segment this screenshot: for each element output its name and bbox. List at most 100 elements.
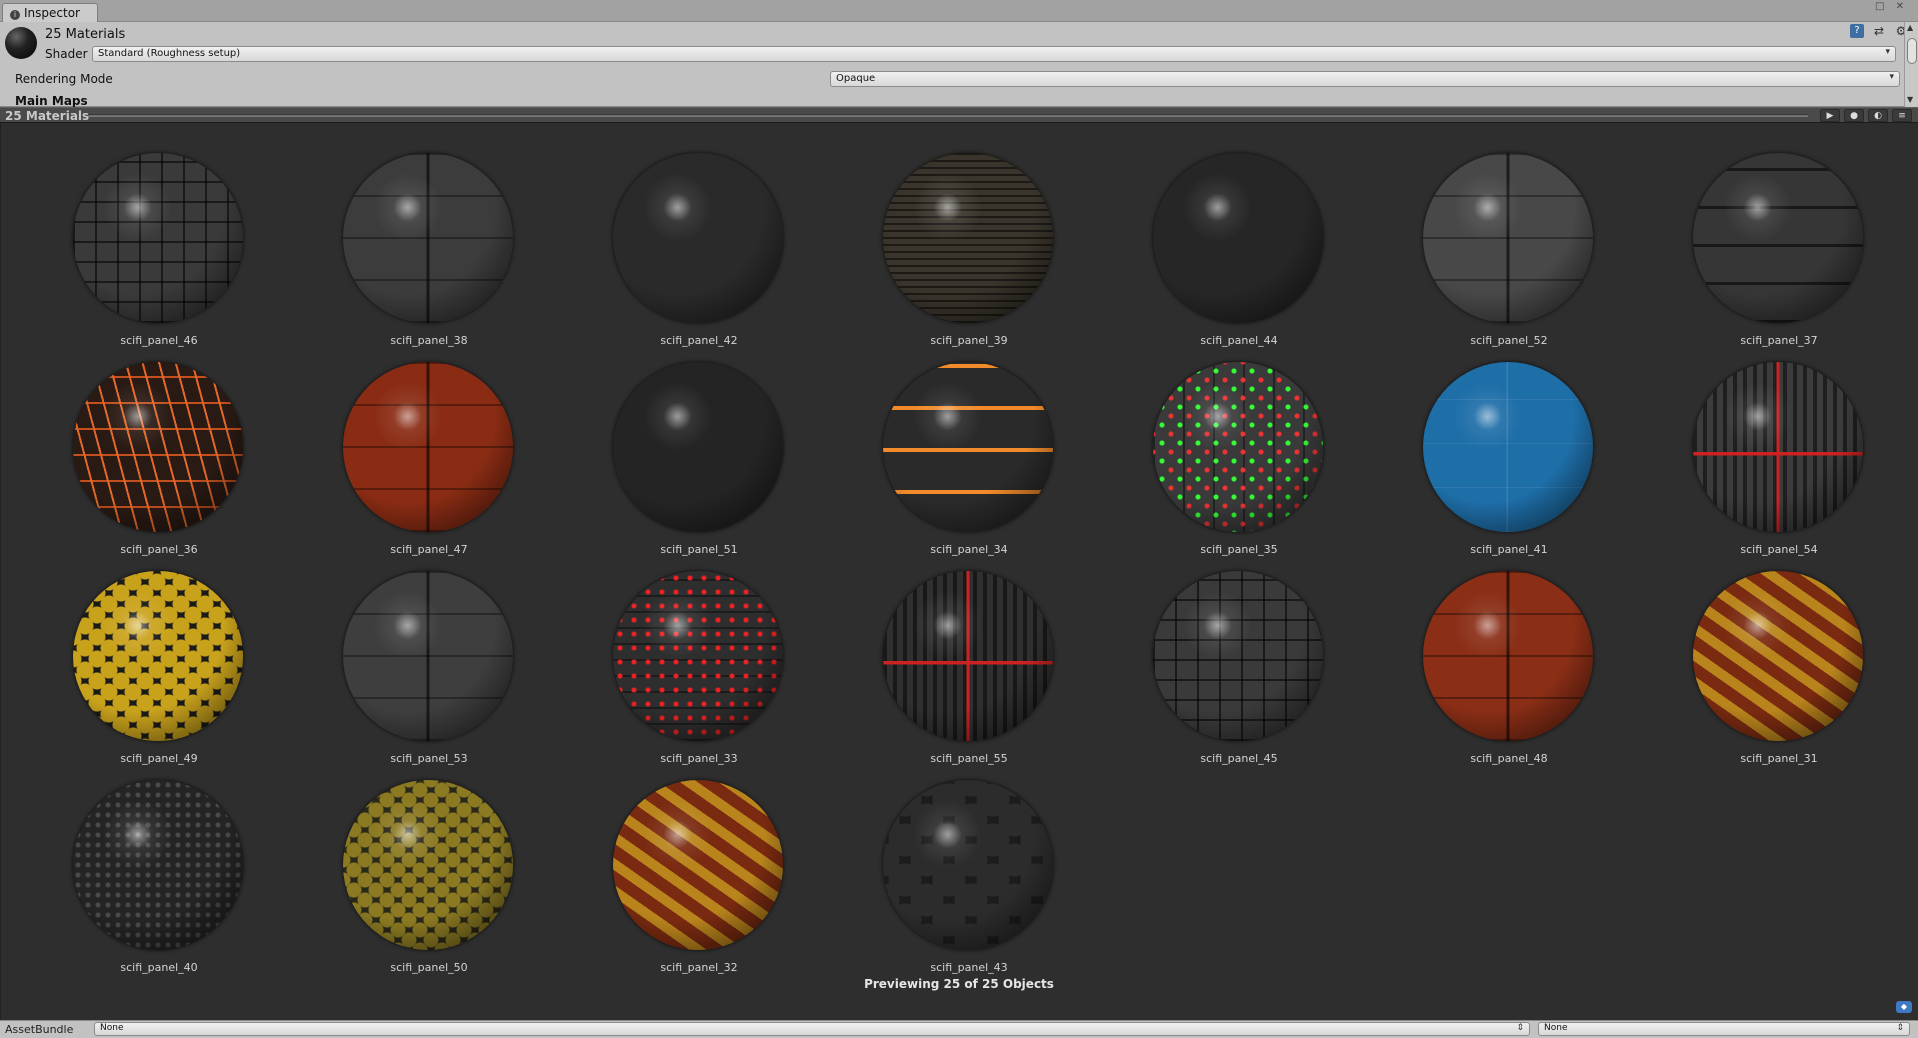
material-tile[interactable]: scifi_panel_31 (1631, 541, 1901, 765)
material-name-label: scifi_panel_50 (390, 961, 468, 974)
material-name-label: scifi_panel_43 (930, 961, 1008, 974)
tag-icon[interactable]: ◆ (1896, 1001, 1912, 1013)
material-sphere-preview[interactable] (73, 153, 243, 323)
preview-header: 25 Materials ▶ ● ◐ ≡ (0, 107, 1918, 123)
material-tile[interactable]: scifi_panel_32 (551, 750, 821, 974)
window-controls[interactable]: □ ✕ (1875, 1, 1908, 12)
material-preview-icon (5, 27, 37, 59)
material-tile[interactable]: scifi_panel_34 (821, 332, 1091, 556)
header-icons: ? ⇄ ⚙ (1850, 24, 1908, 38)
preview-status: Previewing 25 of 25 Objects (864, 977, 1054, 991)
dropdown-arrow-icon: ▾ (1885, 47, 1890, 57)
assetbundle-label: AssetBundle (5, 1023, 74, 1036)
material-sphere-preview[interactable] (883, 571, 1053, 741)
material-tile[interactable]: scifi_panel_51 (551, 332, 821, 556)
material-tile[interactable]: scifi_panel_39 (821, 123, 1091, 347)
tab-label: Inspector (24, 6, 80, 20)
material-name-label: scifi_panel_48 (1470, 752, 1548, 765)
play-button[interactable]: ▶ (1820, 109, 1840, 122)
material-preview-grid: scifi_panel_46 scifi_panel_38 scifi_panel_… (0, 123, 1918, 1020)
material-tile[interactable]: scifi_panel_44 (1091, 123, 1361, 347)
material-title: 25 Materials (45, 27, 126, 42)
material-sphere-preview[interactable] (1423, 362, 1593, 532)
scroll-thumb[interactable] (1907, 38, 1917, 64)
shader-dropdown[interactable]: Standard (Roughness setup) ▾ (92, 46, 1896, 62)
material-sphere-preview[interactable] (613, 362, 783, 532)
sphere-button[interactable]: ● (1844, 109, 1864, 122)
assetbundle-bar: AssetBundle None ⇕ None ⇕ (0, 1020, 1918, 1038)
material-tile[interactable]: scifi_panel_41 (1361, 332, 1631, 556)
material-name-label: scifi_panel_40 (120, 961, 198, 974)
variant-dropdown[interactable]: None ⇕ (1538, 1022, 1910, 1036)
material-sphere-preview[interactable] (883, 153, 1053, 323)
sliders-icon[interactable]: ⇄ (1872, 24, 1886, 38)
material-sphere-preview[interactable] (1423, 571, 1593, 741)
tab-bar: i Inspector □ ✕ (0, 0, 1918, 22)
material-tile[interactable]: scifi_panel_49 (11, 541, 281, 765)
variant-value: None (1544, 1023, 1568, 1033)
shader-value: Standard (Roughness setup) (98, 48, 241, 59)
material-tile[interactable]: scifi_panel_47 (281, 332, 551, 556)
inspector-scrollbar[interactable]: ▲ ▼ (1904, 22, 1918, 107)
dropdown-arrow-icon: ⇕ (1896, 1023, 1904, 1033)
material-sphere-preview[interactable] (613, 780, 783, 950)
material-sphere-preview[interactable] (883, 780, 1053, 950)
material-sphere-preview[interactable] (73, 780, 243, 950)
dropdown-arrow-icon: ⇕ (1516, 1023, 1524, 1033)
material-sphere-preview[interactable] (73, 571, 243, 741)
material-sphere-preview[interactable] (73, 362, 243, 532)
material-name-label: scifi_panel_31 (1740, 752, 1818, 765)
material-sphere-preview[interactable] (1153, 571, 1323, 741)
material-tile[interactable]: scifi_panel_53 (281, 541, 551, 765)
material-sphere-preview[interactable] (1693, 153, 1863, 323)
material-sphere-preview[interactable] (343, 153, 513, 323)
preview-drag-handle[interactable] (88, 114, 1808, 117)
material-sphere-preview[interactable] (1423, 153, 1593, 323)
preview-buttons: ▶ ● ◐ ≡ (1820, 109, 1912, 122)
material-tile[interactable]: scifi_panel_46 (11, 123, 281, 347)
rendering-mode-dropdown[interactable]: Opaque ▾ (830, 71, 1900, 87)
info-icon: i (10, 10, 20, 20)
material-tile[interactable]: scifi_panel_43 (821, 750, 1091, 974)
material-tile[interactable]: scifi_panel_38 (281, 123, 551, 347)
material-tile[interactable]: scifi_panel_36 (11, 332, 281, 556)
material-sphere-preview[interactable] (613, 153, 783, 323)
material-sphere-preview[interactable] (1153, 362, 1323, 532)
unity-inspector-window: i Inspector □ ✕ 25 Materials Shader Stand… (0, 0, 1918, 1038)
dropdown-arrow-icon: ▾ (1889, 72, 1894, 82)
material-tile[interactable]: scifi_panel_45 (1091, 541, 1361, 765)
material-sphere-preview[interactable] (613, 571, 783, 741)
shader-label: Shader (45, 47, 88, 61)
material-tile[interactable]: scifi_panel_54 (1631, 332, 1901, 556)
material-sphere-preview[interactable] (343, 571, 513, 741)
assetbundle-dropdown[interactable]: None ⇕ (94, 1022, 1530, 1036)
material-sphere-preview[interactable] (1693, 362, 1863, 532)
material-tile[interactable]: scifi_panel_40 (11, 750, 281, 974)
material-inspector-header: 25 Materials Shader Standard (Roughness … (0, 22, 1918, 107)
lights-button[interactable]: ◐ (1868, 109, 1888, 122)
material-tile[interactable]: scifi_panel_50 (281, 750, 551, 974)
scroll-down-icon[interactable]: ▼ (1907, 95, 1913, 104)
assetbundle-value: None (100, 1023, 124, 1033)
material-sphere-preview[interactable] (1693, 571, 1863, 741)
material-tile[interactable]: scifi_panel_35 (1091, 332, 1361, 556)
material-tile[interactable]: scifi_panel_33 (551, 541, 821, 765)
material-sphere-preview[interactable] (1153, 153, 1323, 323)
material-tile[interactable]: scifi_panel_48 (1361, 541, 1631, 765)
rendering-mode-value: Opaque (836, 73, 876, 84)
material-tile[interactable]: scifi_panel_55 (821, 541, 1091, 765)
tab-inspector[interactable]: i Inspector (2, 3, 98, 22)
material-sphere-preview[interactable] (343, 780, 513, 950)
book-icon[interactable]: ? (1850, 24, 1864, 38)
preview-title: 25 Materials (5, 109, 90, 123)
material-name-label: scifi_panel_45 (1200, 752, 1278, 765)
menu-button[interactable]: ≡ (1892, 109, 1912, 122)
scroll-up-icon[interactable]: ▲ (1907, 23, 1913, 32)
material-sphere-preview[interactable] (343, 362, 513, 532)
material-sphere-preview[interactable] (883, 362, 1053, 532)
rendering-mode-label: Rendering Mode (15, 72, 113, 86)
material-name-label: scifi_panel_32 (660, 961, 738, 974)
material-tile[interactable]: scifi_panel_52 (1361, 123, 1631, 347)
material-tile[interactable]: scifi_panel_42 (551, 123, 821, 347)
material-tile[interactable]: scifi_panel_37 (1631, 123, 1901, 347)
